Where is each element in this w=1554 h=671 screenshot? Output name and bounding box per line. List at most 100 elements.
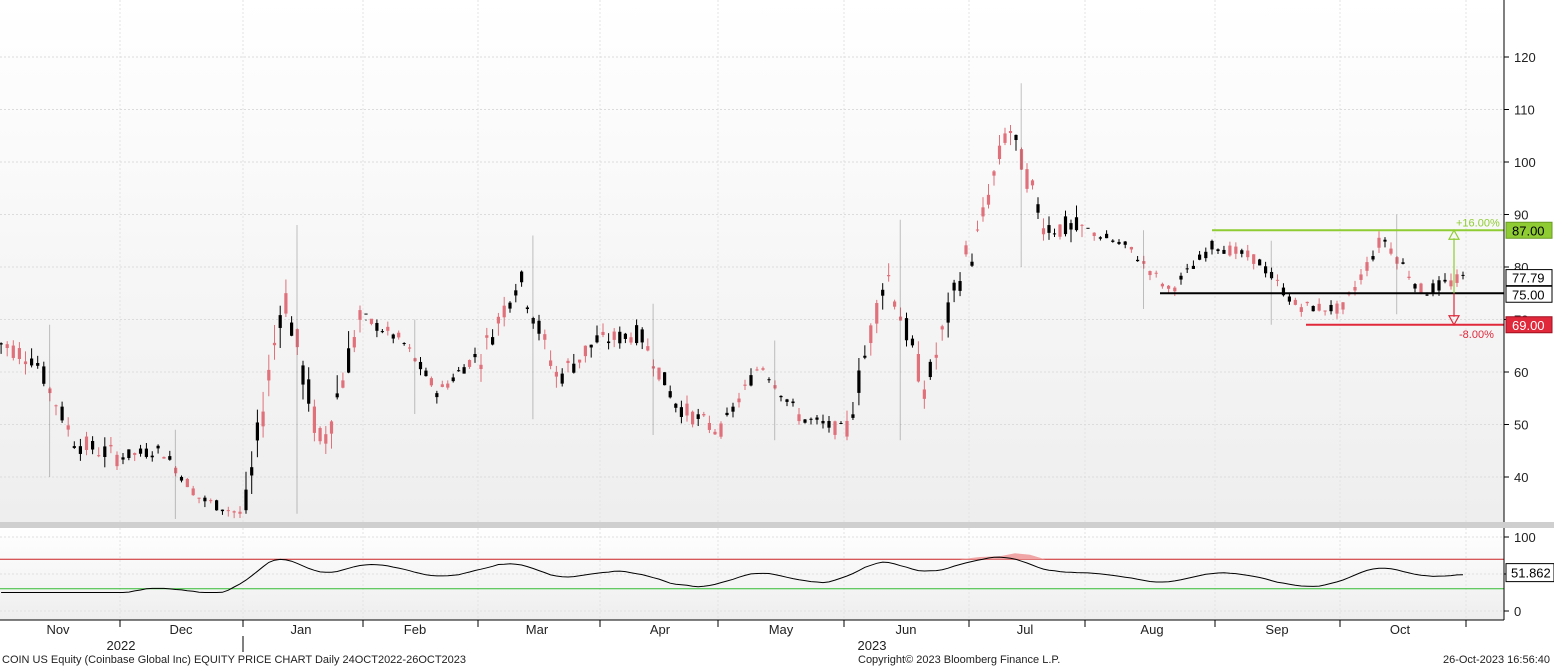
candle-body	[970, 261, 974, 266]
candle-body	[462, 367, 466, 374]
candle-body	[958, 281, 962, 291]
candle-body	[525, 307, 529, 310]
candle-body	[150, 455, 154, 458]
candle-body	[168, 456, 172, 460]
candle-body	[1407, 276, 1411, 278]
x-month-label: Oct	[1390, 622, 1411, 637]
candle-body	[702, 414, 706, 416]
candle-body	[743, 384, 747, 386]
candle-body	[1003, 133, 1007, 143]
candle-body	[839, 422, 843, 424]
annotation-up-pct: +16.00%	[1456, 217, 1500, 229]
candle-body	[144, 448, 148, 457]
candle-body	[612, 331, 616, 340]
x-month-label: May	[769, 622, 794, 637]
candle-body	[1063, 216, 1068, 235]
candle-body	[435, 393, 439, 398]
x-month-label: Jul	[1017, 622, 1034, 637]
candle-body	[875, 303, 879, 324]
candle-body	[508, 302, 512, 309]
candle-body	[833, 421, 837, 435]
candle-body	[1210, 240, 1214, 250]
candle-body	[485, 335, 489, 338]
candle-body	[418, 361, 423, 370]
rsi-last-label: 51.862	[1511, 566, 1551, 581]
candle-body	[17, 348, 21, 360]
candle-body	[335, 393, 339, 398]
candle-body	[352, 337, 356, 348]
candle-body	[380, 331, 384, 333]
y-tick-label: 100	[1514, 155, 1536, 170]
candle-body	[238, 511, 242, 514]
candle-body	[1098, 237, 1102, 239]
candle-body	[408, 347, 412, 349]
candle-body	[1240, 250, 1244, 254]
candle-body	[103, 446, 107, 457]
candle-body	[992, 171, 996, 176]
candle-body	[537, 320, 541, 334]
candle-body	[696, 414, 700, 419]
candle-body	[1030, 180, 1035, 186]
candle-body	[1413, 284, 1417, 289]
candle-body	[827, 421, 831, 428]
x-month-label: Sep	[1265, 622, 1288, 637]
candle-body	[1377, 237, 1381, 248]
candle-body	[347, 348, 351, 373]
candle-body	[1167, 285, 1171, 289]
candle-body	[618, 331, 622, 344]
y-tick-label: 110	[1514, 103, 1535, 118]
candle-body	[424, 370, 428, 377]
candle-body	[364, 313, 368, 315]
candle-body	[1008, 131, 1013, 134]
price-chart: +16.00%-8.00% 40506070809010011012087.00…	[0, 0, 1554, 653]
candle-body	[278, 315, 282, 328]
candle-body	[272, 342, 277, 346]
candle-body	[663, 372, 667, 386]
x-year-label: 2023	[858, 638, 887, 653]
candle-body	[220, 509, 225, 512]
candle-body	[779, 395, 783, 398]
candle-body	[821, 420, 825, 424]
candle-body	[60, 406, 64, 421]
candle-body	[916, 354, 920, 382]
candle-body	[446, 383, 450, 388]
candle-body	[491, 337, 495, 345]
candle-body	[601, 331, 605, 336]
candle-body	[133, 453, 137, 455]
candle-body	[1069, 223, 1073, 230]
candle-body	[66, 425, 70, 430]
x-month-label: Apr	[650, 622, 671, 637]
candle-body	[185, 478, 189, 488]
candle-body	[397, 332, 401, 338]
candle-body	[761, 368, 765, 370]
candle-body	[668, 391, 672, 398]
candle-body	[940, 326, 944, 330]
candle-body	[1329, 304, 1333, 312]
candle-body	[560, 373, 564, 384]
candle-body	[1234, 246, 1238, 254]
candle-body	[1047, 225, 1051, 233]
candle-body	[572, 363, 576, 373]
candle-body	[115, 454, 119, 467]
candle-body	[138, 448, 143, 454]
candle-body	[785, 399, 789, 402]
candle-body	[514, 290, 518, 296]
candle-body	[156, 445, 160, 449]
candle-body	[685, 403, 689, 416]
y-tick-label: 90	[1514, 208, 1528, 223]
candle-body	[1287, 296, 1291, 302]
panel-divider	[0, 522, 1554, 528]
candle-body	[928, 361, 932, 378]
candle-body	[1383, 239, 1387, 242]
candle-body	[815, 417, 819, 420]
candle-body	[97, 455, 101, 457]
candle-body	[42, 366, 46, 384]
candle-body	[910, 338, 915, 346]
candle-body	[803, 419, 807, 423]
candle-body	[946, 302, 950, 323]
candle-body	[1228, 245, 1232, 256]
candle-body	[386, 326, 390, 331]
candle-body	[11, 345, 15, 358]
candle-body	[1154, 272, 1158, 274]
candle-body	[457, 370, 461, 372]
